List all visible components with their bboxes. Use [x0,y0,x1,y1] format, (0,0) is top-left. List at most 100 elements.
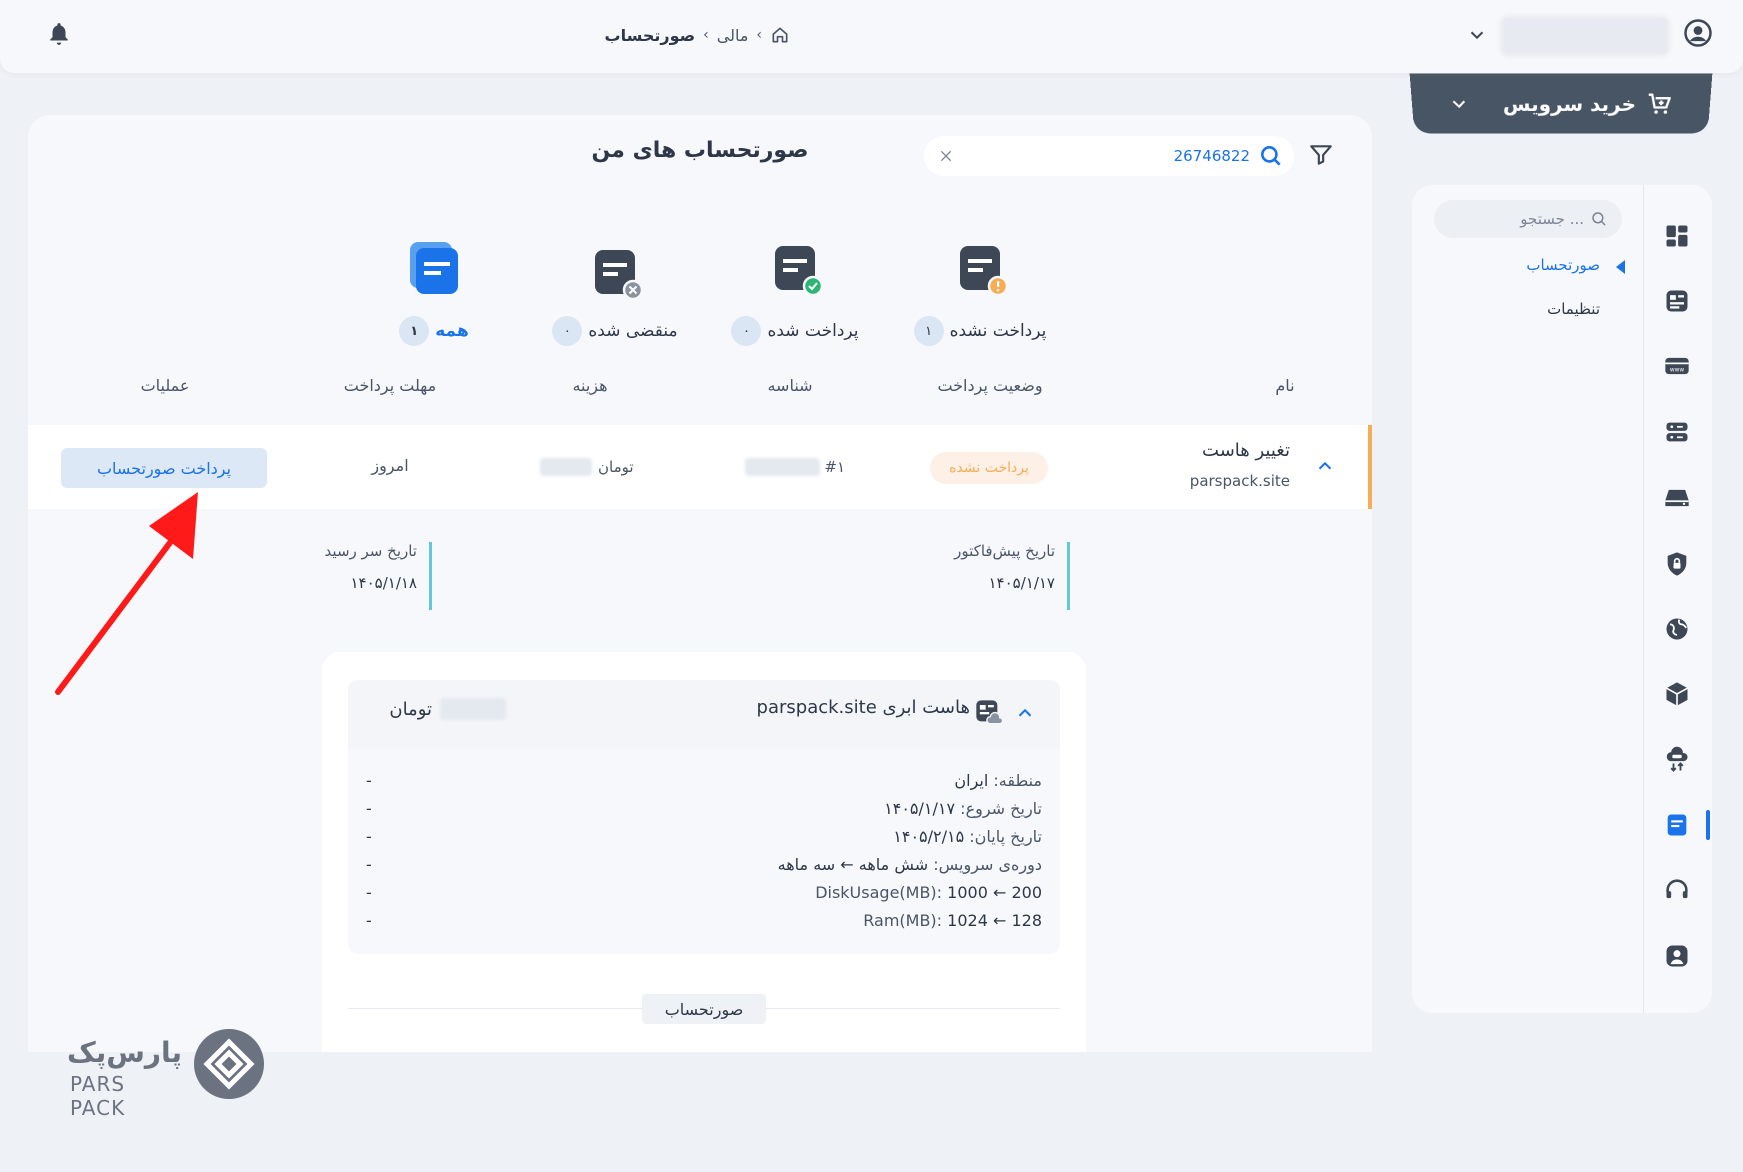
user-name-redacted[interactable] [1500,16,1670,56]
row-invoice-id: #۱ [745,455,845,479]
tab-all-label: همه ۱ [359,316,509,346]
sidebar-search-input[interactable]: جستجو ... [1434,200,1622,238]
server-icon[interactable] [1663,418,1691,446]
search-icon[interactable] [1258,143,1284,169]
chevron-down-icon [1447,93,1470,115]
spec-row-start-date: - تاریخ شروع: ۱۴۰۵/۱/۱۷ [366,795,1042,821]
column-header-name: نام [1275,376,1295,395]
user-avatar-icon[interactable] [1683,18,1713,48]
hosting-icon[interactable] [1663,287,1691,315]
chevron-up-icon[interactable] [1014,702,1036,724]
proforma-date-block: تاریخ پیش‌فاکتور ۱۴۰۵/۱/۱۷ [900,542,1070,610]
search-icon [1592,212,1606,226]
spec-value: 1000 ← 200 [947,882,1042,902]
spec-row-region: - منطقه: ایران [366,767,1042,793]
invoices-stack-icon [410,242,458,294]
cloud-transfer-icon[interactable] [1663,746,1691,774]
cdn-globe-icon[interactable] [1663,615,1691,643]
pay-invoice-button[interactable]: پرداخت صورتحساب [61,448,267,488]
notification-bell-icon[interactable] [46,20,72,48]
support-headset-icon[interactable] [1663,876,1691,904]
home-icon[interactable] [770,25,790,45]
breadcrumb-finance[interactable]: مالی [717,26,749,45]
invoice-paid-icon [775,246,824,297]
tab-all[interactable]: همه ۱ [359,240,509,350]
buy-service-button[interactable]: خرید سرویس [1409,73,1713,134]
spec-value: ۱۴۰۵/۱/۱۷ [884,798,956,818]
parspack-logo-icon [194,1029,264,1099]
sidebar-item-settings[interactable]: تنظیمات [1470,300,1600,318]
due-date-value: ۱۴۰۵/۱/۱۸ [350,574,417,592]
active-caret-icon [1616,260,1625,274]
spec-value: ایران [954,770,989,790]
invoice-search-input[interactable]: 26746822 [924,136,1294,176]
due-date-block: تاریخ سر رسید ۱۴۰۵/۱/۱۸ [290,542,432,610]
spec-label: تاریخ شروع: [960,798,1042,818]
tab-all-text: همه [435,321,469,341]
cost-redacted [540,458,592,476]
row-cost-currency: تومان [598,458,634,476]
column-header-due: مهلت پرداخت [343,376,437,395]
sidebar-search-placeholder: جستجو ... [1520,210,1584,228]
spec-row-period: - دوره‌ی سرویس: شش ماهه ← سه ماهه [366,851,1042,877]
tab-unpaid-count: ۱ [913,316,944,346]
tab-paid-label: پرداخت شده ۰ [720,316,870,346]
breadcrumb: ‹ مالی ‹ صورتحساب [560,22,790,48]
cart-plus-icon [1645,90,1674,114]
spec-value: ۱۴۰۵/۲/۱۵ [893,826,965,846]
close-icon[interactable] [938,148,954,164]
security-shield-icon[interactable] [1663,550,1691,578]
filter-icon[interactable] [1308,142,1334,168]
breadcrumb-separator-icon: ‹ [703,27,709,43]
cloud-host-icon [976,700,1002,725]
detail-price-redacted [440,698,506,720]
tab-expired-label: منقضی شده ۰ [540,316,690,346]
spec-price: - [366,770,372,790]
tab-expired-text: منقضی شده [588,321,678,341]
tab-paid-text: پرداخت شده [767,321,859,341]
storage-icon[interactable] [1663,484,1691,512]
breadcrumb-current: صورتحساب [604,25,696,45]
spec-price: - [366,826,372,846]
page-title: صورتحساب های من [591,138,809,163]
proforma-date-label: تاریخ پیش‌فاکتور [954,542,1055,560]
status-badge: پرداخت نشده [930,452,1048,484]
spec-price: - [366,910,372,930]
tab-all-count: ۱ [399,316,430,346]
spec-price: - [366,882,372,902]
logo-text-fa: پارس‌پک [67,1036,182,1069]
proforma-date-value: ۱۴۰۵/۱/۱۷ [988,574,1055,592]
cube-icon[interactable] [1663,680,1691,708]
row-invoice-id-prefix: #۱ [824,458,845,476]
invoice-icon[interactable] [1663,811,1691,839]
sidebar-divider [1643,185,1644,1013]
column-header-cost: هزینه [572,376,608,395]
svg-text:www: www [1670,367,1685,373]
spec-label: دوره‌ی سرویس: [933,854,1042,874]
rail-active-indicator [1706,810,1710,840]
row-due: امروز [371,456,409,475]
logo-text-en: PARS PACK [70,1072,126,1120]
chevron-down-icon[interactable] [1466,24,1488,46]
buy-service-label: خرید سرویس [1502,91,1637,116]
dashboard-icon[interactable] [1663,222,1691,250]
row-cost: تومان [540,455,660,479]
row-domain: parspack.site [1189,472,1290,490]
detail-title: هاست ابری parspack.site [756,697,970,718]
tab-paid-count: ۰ [731,316,762,346]
tab-unpaid-text: پرداخت نشده [949,321,1047,341]
tab-expired[interactable]: منقضی شده ۰ [540,240,690,350]
row-service-name: تغییر هاست [1202,440,1290,461]
detail-price-currency: تومان [389,698,432,720]
spec-row-end-date: - تاریخ پایان: ۱۴۰۵/۲/۱۵ [366,823,1042,849]
tab-unpaid[interactable]: پرداخت نشده ۱ [905,240,1055,350]
spec-label: تاریخ پایان: [969,826,1042,846]
spec-price: - [366,798,372,818]
tab-paid[interactable]: پرداخت شده ۰ [720,240,870,350]
profile-icon[interactable] [1663,942,1691,970]
invoice-section-tab[interactable]: صورتحساب [642,994,766,1024]
spec-row-ram: - Ram(MB): 1024 ← 128 [366,907,1042,933]
chevron-up-icon[interactable] [1314,455,1336,477]
sidebar-item-invoice[interactable]: صورتحساب [1470,256,1600,274]
domain-icon[interactable]: www [1663,352,1691,380]
